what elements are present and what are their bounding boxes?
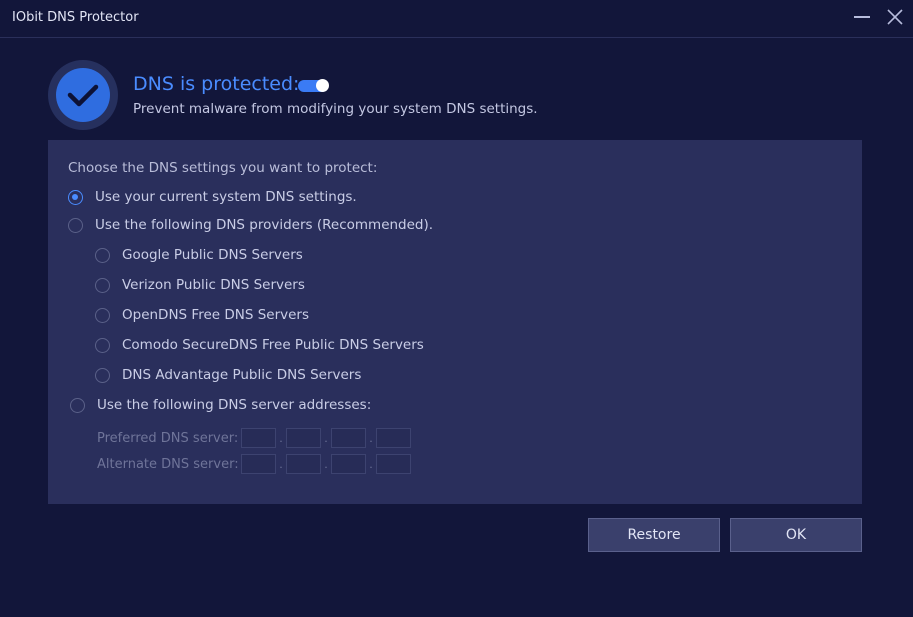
alternate-dns-octet-4[interactable] [376,454,411,474]
dns-settings-panel: Choose the DNS settings you want to prot… [48,140,862,504]
provider-opendns[interactable]: OpenDNS Free DNS Servers [95,305,309,325]
close-icon [887,9,903,25]
radio-comodo[interactable] [95,337,110,353]
option-label: Use your current system DNS settings. [95,189,357,205]
ip-separator: . [369,457,373,471]
radio-dns-advantage[interactable] [95,367,110,383]
protection-status-title: DNS is protected: [133,73,300,95]
ok-button[interactable]: OK [730,518,862,552]
radio-dns-providers[interactable] [68,217,83,233]
ip-separator: . [324,431,328,445]
close-button[interactable] [884,6,906,28]
ip-separator: . [369,431,373,445]
checkmark-icon [67,84,99,107]
provider-label: Google Public DNS Servers [122,247,303,263]
provider-dns-advantage[interactable]: DNS Advantage Public DNS Servers [95,365,361,385]
option-custom-dns[interactable]: Use the following DNS server addresses: [70,395,371,415]
protection-toggle[interactable] [298,79,329,92]
checkmark-badge [56,68,110,122]
provider-verizon[interactable]: Verizon Public DNS Servers [95,275,305,295]
option-label: Use the following DNS providers (Recomme… [95,217,434,233]
preferred-dns-label: Preferred DNS server: [97,430,239,446]
alternate-dns-octet-3[interactable] [331,454,366,474]
restore-button[interactable]: Restore [588,518,720,552]
provider-label: Verizon Public DNS Servers [122,277,305,293]
option-dns-providers[interactable]: Use the following DNS providers (Recomme… [68,215,433,235]
ip-separator: . [279,431,283,445]
preferred-dns-octet-4[interactable] [376,428,411,448]
protection-status-icon [48,60,118,130]
toggle-knob [316,79,329,92]
settings-prompt: Choose the DNS settings you want to prot… [68,160,378,176]
provider-google[interactable]: Google Public DNS Servers [95,245,303,265]
minimize-button[interactable] [851,6,873,28]
provider-label: DNS Advantage Public DNS Servers [122,367,362,383]
alternate-dns-row: Alternate DNS server: . . . [97,454,411,474]
protection-description: Prevent malware from modifying your syst… [133,101,538,117]
preferred-dns-octet-2[interactable] [286,428,321,448]
title-bar: IObit DNS Protector [0,0,913,38]
preferred-dns-octet-1[interactable] [241,428,276,448]
option-current-dns[interactable]: Use your current system DNS settings. [68,187,357,207]
alternate-dns-octet-1[interactable] [241,454,276,474]
minimize-icon [854,16,870,18]
provider-comodo[interactable]: Comodo SecureDNS Free Public DNS Servers [95,335,424,355]
alternate-dns-label: Alternate DNS server: [97,456,239,472]
preferred-dns-row: Preferred DNS server: . . . [97,428,411,448]
provider-label: OpenDNS Free DNS Servers [122,307,310,323]
provider-label: Comodo SecureDNS Free Public DNS Servers [122,337,424,353]
ip-separator: . [324,457,328,471]
preferred-dns-octet-3[interactable] [331,428,366,448]
radio-custom-dns[interactable] [70,397,85,413]
radio-opendns[interactable] [95,307,110,323]
radio-current-dns[interactable] [68,189,83,205]
option-label: Use the following DNS server addresses: [97,397,372,413]
window-title: IObit DNS Protector [12,10,139,25]
radio-verizon[interactable] [95,277,110,293]
ip-separator: . [279,457,283,471]
alternate-dns-octet-2[interactable] [286,454,321,474]
radio-google[interactable] [95,247,110,263]
